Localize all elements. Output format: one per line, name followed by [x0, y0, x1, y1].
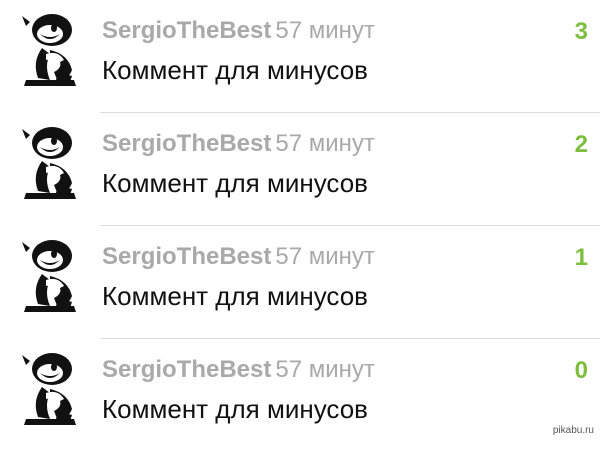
cartoon-avatar-icon [22, 14, 76, 86]
user-avatar[interactable] [16, 236, 84, 312]
comment-header: SergioTheBest 57 минут [102, 129, 375, 159]
comment-text: Коммент для минусов [102, 55, 368, 85]
comment-item[interactable]: SergioTheBest 57 минут Коммент для минусо… [0, 226, 600, 339]
username-link[interactable]: SergioTheBest [102, 17, 271, 44]
user-avatar[interactable] [16, 349, 84, 425]
comment-time: 57 минут [275, 243, 375, 270]
username-link[interactable]: SergioTheBest [102, 356, 271, 383]
comment-rating: 3 [574, 18, 588, 45]
username-link[interactable]: SergioTheBest [102, 130, 271, 157]
user-avatar[interactable] [16, 10, 84, 86]
comment-list: SergioTheBest 57 минут Коммент для минусо… [0, 0, 600, 452]
comment-time: 57 минут [275, 130, 375, 157]
cartoon-avatar-icon [22, 127, 76, 199]
comment-item[interactable]: SergioTheBest 57 минут Коммент для минусо… [0, 339, 600, 452]
comment-text: Коммент для минусов [102, 281, 368, 311]
username-link[interactable]: SergioTheBest [102, 243, 271, 270]
comment-rating: 2 [574, 131, 588, 158]
comment-item[interactable]: SergioTheBest 57 минут Коммент для минусо… [0, 113, 600, 226]
comment-rating: 1 [574, 244, 588, 271]
comment-header: SergioTheBest 57 минут [102, 242, 375, 272]
comment-item[interactable]: SergioTheBest 57 минут Коммент для минусо… [0, 0, 600, 113]
user-avatar[interactable] [16, 123, 84, 199]
site-watermark: pikabu.ru [550, 425, 596, 437]
comment-text: Коммент для минусов [102, 168, 368, 198]
comment-header: SergioTheBest 57 минут [102, 355, 375, 385]
comment-time: 57 минут [275, 356, 375, 383]
cartoon-avatar-icon [22, 240, 76, 312]
comment-time: 57 минут [275, 17, 375, 44]
comment-text: Коммент для минусов [102, 394, 368, 424]
comment-rating: 0 [574, 357, 588, 384]
cartoon-avatar-icon [22, 353, 76, 425]
comment-header: SergioTheBest 57 минут [102, 16, 375, 46]
